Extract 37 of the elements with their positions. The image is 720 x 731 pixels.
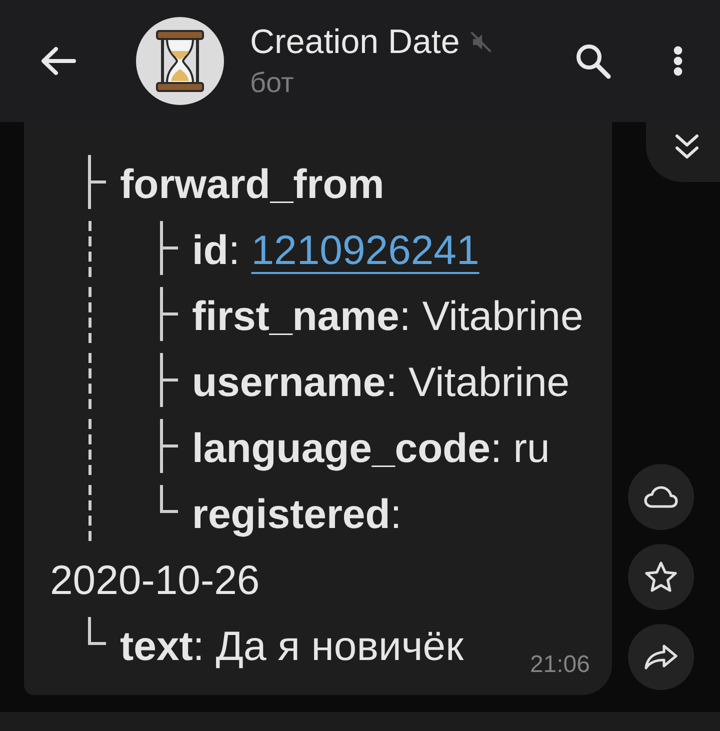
tree-guide-line — [88, 352, 92, 408]
back-arrow-icon[interactable] — [40, 46, 76, 76]
field-label: forward_from — [120, 161, 384, 207]
field-label: username: — [192, 359, 398, 405]
cloud-icon — [644, 486, 678, 508]
field-value: Vitabrine — [422, 293, 584, 339]
tree-branch-icon — [160, 418, 178, 472]
field-label: registered: — [192, 491, 402, 537]
field-value: ru — [513, 425, 550, 471]
chat-subtitle: бот — [250, 66, 294, 100]
field-label: id: — [192, 227, 240, 273]
field-label: language_code: — [192, 425, 502, 471]
curved-arrow-icon — [644, 644, 678, 670]
tree-guide-line — [88, 220, 92, 276]
tree-corner-icon — [160, 484, 178, 512]
tree-guide-line — [88, 484, 92, 540]
star-icon — [644, 561, 678, 593]
tree-corner-icon — [88, 616, 106, 644]
tree-branch-icon — [88, 154, 106, 208]
hourglass-avatar-icon[interactable] — [136, 17, 224, 105]
field-label: first_name: — [192, 293, 411, 339]
tree-branch-icon — [160, 286, 178, 340]
double-chevron-down-icon — [675, 134, 699, 160]
tree-guide-line — [88, 286, 92, 342]
scroll-down-button[interactable] — [646, 122, 720, 182]
chat-title: Creation Date — [250, 22, 460, 62]
field-label: text: — [120, 623, 204, 669]
tree-branch-icon — [160, 220, 178, 274]
value-link[interactable]: 1210926241 — [251, 227, 480, 273]
tree-guide-line — [88, 418, 92, 474]
field-value: Vitabrine — [408, 359, 570, 405]
tree-branch-icon — [160, 352, 178, 406]
field-value: 2020-10-26 — [50, 557, 260, 603]
message-time: 21:06 — [530, 651, 590, 679]
search-icon[interactable] — [575, 43, 611, 79]
field-value: Да я новичёк — [216, 623, 464, 669]
more-menu-icon[interactable] — [673, 46, 683, 76]
